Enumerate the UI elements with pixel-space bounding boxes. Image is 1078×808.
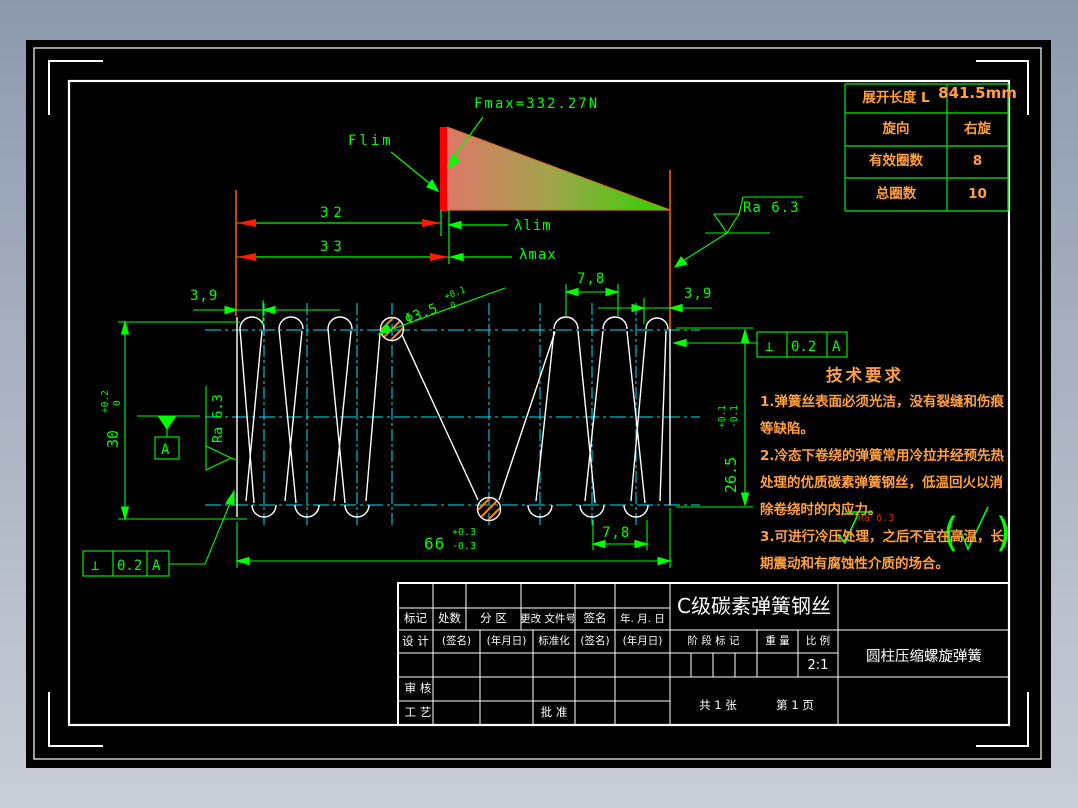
- tech-req-line: 等缺陷。: [760, 421, 814, 437]
- flim-arrow: [426, 178, 440, 193]
- flim-label: Flim: [348, 133, 394, 149]
- spring-drawing: [236, 316, 671, 522]
- tech-req-line: 期震动和有腐蚀性介质的场合。: [760, 556, 949, 572]
- tb-material: C级碳素弹簧钢丝: [677, 594, 831, 618]
- perp-symbol-right: ⊥: [765, 339, 773, 355]
- tb-part-name: 圆柱压缩螺旋弹簧: [866, 649, 982, 666]
- ra-left-label: Ra 6.3: [210, 394, 226, 443]
- tb-sheets: 共 1 张: [699, 698, 737, 713]
- perp-tol-left: 0.2: [117, 558, 142, 574]
- datum-label: A: [161, 442, 170, 458]
- tb-gongyi: 工 艺: [404, 705, 432, 720]
- dim-od-tol-dn: 0: [112, 400, 123, 406]
- tb-riqi: 年. 月. 日: [620, 612, 665, 625]
- lambda-max-arrow: [448, 252, 464, 262]
- tb-sheji: 设 计: [402, 633, 429, 648]
- tb-chushu: 处数: [438, 611, 461, 626]
- tb-biaozhunhua: 标准化: [538, 635, 570, 648]
- dim-free-length-tol-dn: -0.3: [452, 541, 477, 552]
- spec-row-label: 展开长度 L: [862, 89, 930, 106]
- tb-qm3: (签名): [580, 635, 610, 648]
- tb-page: 第 1 页: [776, 698, 814, 713]
- fmax-label: Fmax=332.27N: [474, 96, 600, 112]
- dim-wire-group: Φ3.5 +0.1 0: [403, 285, 467, 328]
- tb-wenjianhao: 更改 文件号: [520, 612, 576, 625]
- dim-39-right-label: 3,9: [684, 286, 713, 302]
- dim-39-left-label: 3,9: [190, 288, 219, 304]
- coil-legs: [239, 328, 667, 504]
- dim-od-label: 30: [104, 430, 122, 448]
- datum-triangle: [157, 416, 177, 430]
- tech-req-line: 3.可进行冷压处理，之后不宜在高温，长: [760, 529, 1005, 545]
- tech-req-line: 除卷绕时的内应力。: [760, 502, 882, 518]
- tech-req-line: 1.弹簧丝表面必须光洁，没有裂缝和伤痕: [760, 394, 1005, 410]
- spec-row-label: 总圈数: [875, 185, 917, 202]
- app-background: { "spec_table": { "rows": [ {"label":"展开…: [0, 0, 1078, 808]
- dim-free-length-tol-up: +0.3: [452, 527, 477, 538]
- dim-od-tol-up: +0.2: [100, 390, 111, 413]
- tech-req-title: 技术要求: [826, 366, 904, 385]
- fmax-axis-bar: [440, 127, 447, 211]
- dim-wire-label: Φ3.5: [403, 301, 440, 328]
- spec-row-label: 旋向: [882, 120, 910, 137]
- coil-bottom-arcs: [251, 504, 649, 518]
- ra-top-right-label: Ra 6.3: [743, 200, 800, 216]
- dim-wire-tol-up: +0.1: [443, 285, 467, 302]
- dim-pitch-top-label: 7,8: [577, 271, 606, 287]
- perp-datum-right: A: [832, 339, 841, 355]
- spec-row-label: 有效圈数: [869, 153, 923, 170]
- tb-shenhe: 审 核: [404, 681, 432, 696]
- spec-row-value: 841.5mm: [938, 83, 1017, 102]
- tb-rq2: (年月日): [486, 635, 527, 648]
- lambda-lim-arrow: [446, 220, 462, 230]
- perp-symbol-left: ⊥: [91, 558, 99, 574]
- tb-qm2: (签名): [441, 635, 472, 648]
- tech-req-line: 处理的优质碳素弹簧钢丝，低温回火以消: [760, 475, 1003, 491]
- tb-scale-value: 2:1: [807, 657, 829, 673]
- dim-pitch-bottom-label: 7,8: [602, 525, 631, 541]
- tb-qianming: 签名: [583, 611, 607, 626]
- dim-free-length-label: 66: [424, 534, 446, 553]
- tb-scale: 比 例: [805, 635, 831, 648]
- dim-32-label: 32: [320, 205, 347, 221]
- dim-mid-tol-up: +0.1: [717, 405, 728, 428]
- tech-req-line: 2.冷态下卷绕的弹簧常用冷拉并经预先热: [760, 448, 1005, 464]
- tb-pizhun: 批 准: [540, 705, 568, 720]
- dim-33-label: 33: [320, 239, 347, 255]
- tb-stage: 阶 段 标 记: [687, 635, 740, 648]
- lambda-lim-label: λlim: [514, 218, 552, 234]
- dim-mid-label: 26.5: [722, 457, 740, 493]
- spec-row-value: 右旋: [964, 120, 991, 137]
- perp-datum-left: A: [152, 558, 161, 574]
- tb-rq3: (年月日): [622, 635, 663, 648]
- tb-fenqu: 分 区: [480, 611, 507, 626]
- spec-row-value: 10: [968, 185, 987, 202]
- spec-row-value: 8: [972, 153, 983, 170]
- dim-mid-tol-dn: -0.1: [729, 405, 740, 428]
- tb-weight: 重 量: [765, 635, 790, 648]
- coil-top-arcs: [239, 316, 669, 330]
- tb-biaoji: 标记: [404, 611, 427, 626]
- lambda-max-label: λmax: [519, 247, 557, 263]
- flim-leader: [390, 151, 435, 188]
- perp-tol-right: 0.2: [791, 339, 816, 355]
